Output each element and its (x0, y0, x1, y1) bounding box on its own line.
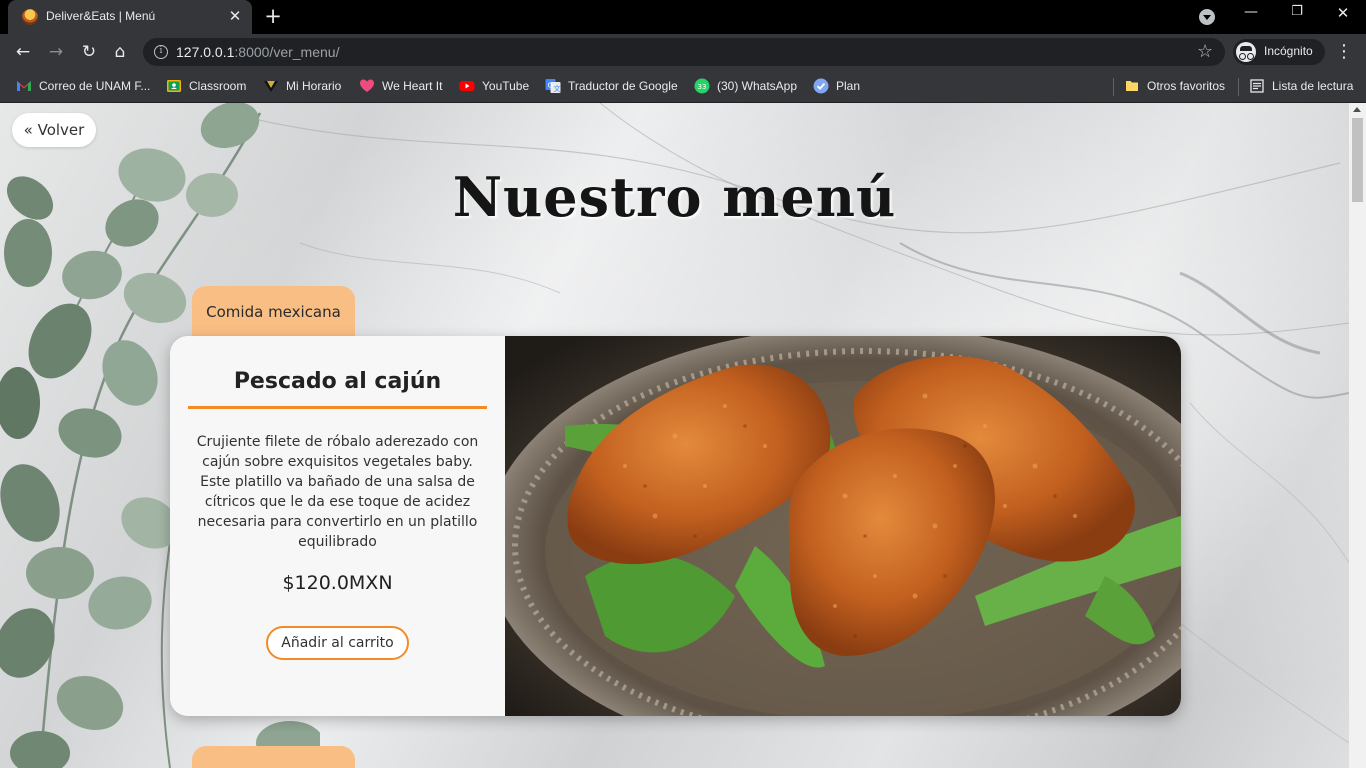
other-bookmarks-folder[interactable]: Otros favoritos (1124, 76, 1225, 96)
bookmark-item[interactable]: G文 Traductor de Google (545, 76, 678, 96)
url-text[interactable]: 127.0.0.1:8000/ver_menu/ (176, 44, 339, 60)
bookmark-item[interactable]: 33 (30) WhatsApp (694, 76, 797, 96)
dish-photo (505, 336, 1181, 716)
svg-text:文: 文 (554, 84, 561, 93)
page-viewport: « Volver Nuestro menú Comida mexicana Pe… (0, 103, 1349, 768)
dish-info-panel: Pescado al cajún Crujiente filete de rób… (170, 336, 505, 716)
plan-icon (813, 78, 829, 94)
bookmark-label: Traductor de Google (568, 79, 678, 93)
bookmark-label: Classroom (189, 79, 247, 93)
browser-tab-active[interactable]: Deliver&Eats | Menú ✕ (8, 0, 252, 34)
bookmark-star-icon[interactable]: ☆ (1197, 41, 1213, 62)
horario-icon (263, 78, 279, 94)
dish-description: Crujiente filete de róbalo aderezado con… (196, 434, 479, 550)
forward-arrow-icon[interactable]: → (44, 40, 68, 64)
home-icon[interactable]: ⌂ (108, 40, 132, 64)
bookmark-item[interactable]: Plan (813, 76, 860, 96)
tab-title: Deliver&Eats | Menú (46, 9, 156, 23)
bookmark-label: Mi Horario (286, 79, 342, 93)
dish-name: Pescado al cajún (233, 369, 442, 394)
close-tab-icon[interactable]: ✕ (226, 7, 244, 25)
bookmark-label: YouTube (482, 79, 530, 93)
reload-icon[interactable]: ↻ (77, 40, 101, 64)
bookmark-label: Plan (836, 79, 861, 93)
bookmarks-divider (1113, 78, 1114, 96)
reading-list-button[interactable]: Lista de lectura (1249, 76, 1353, 96)
browser-menu-icon[interactable]: ⋮ (1334, 40, 1354, 64)
folder-icon (1124, 78, 1140, 94)
minimize-button[interactable]: — (1237, 4, 1265, 28)
page-scrollbar[interactable] (1349, 103, 1366, 768)
reading-list-icon (1249, 78, 1265, 94)
bookmark-label: Otros favoritos (1147, 79, 1226, 93)
bookmark-label: We Heart It (382, 79, 443, 93)
svg-text:G: G (548, 82, 553, 90)
bookmark-item[interactable]: Correo de UNAM F... (16, 76, 150, 96)
site-info-icon[interactable]: i (154, 45, 168, 59)
scrollbar-thumb[interactable] (1352, 118, 1363, 202)
restore-button[interactable]: ❐ (1283, 4, 1311, 28)
tab-search-icon[interactable] (1199, 9, 1215, 25)
bookmark-item[interactable]: Mi Horario (263, 76, 341, 96)
translate-icon: G文 (545, 78, 561, 94)
bookmark-item[interactable]: We Heart It (359, 76, 442, 96)
heart-icon (359, 78, 375, 94)
bookmarks-bar: Correo de UNAM F... Classroom Mi Horario… (0, 70, 1366, 103)
back-arrow-icon[interactable]: ← (11, 40, 35, 64)
page-title: Nuestro menú (452, 165, 897, 229)
close-window-button[interactable]: ✕ (1329, 4, 1357, 28)
bookmarks-divider (1238, 78, 1239, 96)
scroll-up-arrow-icon[interactable] (1353, 107, 1361, 112)
bookmark-label: Lista de lectura (1272, 79, 1354, 93)
youtube-icon (459, 78, 475, 94)
whatsapp-icon: 33 (694, 78, 710, 94)
incognito-profile-button[interactable]: Incógnito (1233, 39, 1325, 65)
profile-label: Incógnito (1264, 44, 1313, 58)
category-tab-next[interactable] (192, 746, 355, 768)
incognito-icon (1236, 42, 1256, 62)
tab-strip: Deliver&Eats | Menú ✕ + — ❐ ✕ (0, 0, 1366, 34)
classroom-icon (166, 78, 182, 94)
address-bar[interactable]: i 127.0.0.1:8000/ver_menu/ ☆ (143, 38, 1225, 66)
bookmark-item[interactable]: YouTube (459, 76, 529, 96)
back-button[interactable]: « Volver (12, 113, 96, 147)
new-tab-button[interactable]: + (262, 5, 284, 27)
browser-toolbar: ← → ↻ ⌂ i 127.0.0.1:8000/ver_menu/ ☆ Inc… (0, 34, 1366, 70)
bookmark-label: Correo de UNAM F... (39, 79, 151, 93)
dish-price: $120.0MXN (282, 572, 393, 594)
burger-favicon-icon (22, 9, 38, 25)
dish-divider (188, 406, 487, 409)
bookmark-label: (30) WhatsApp (717, 79, 798, 93)
add-to-cart-button[interactable]: Añadir al carrito (266, 626, 409, 660)
bookmark-item[interactable]: Classroom (166, 76, 246, 96)
svg-text:33: 33 (698, 83, 707, 91)
dish-card: Pescado al cajún Crujiente filete de rób… (170, 336, 1181, 716)
gmail-icon (16, 78, 32, 94)
